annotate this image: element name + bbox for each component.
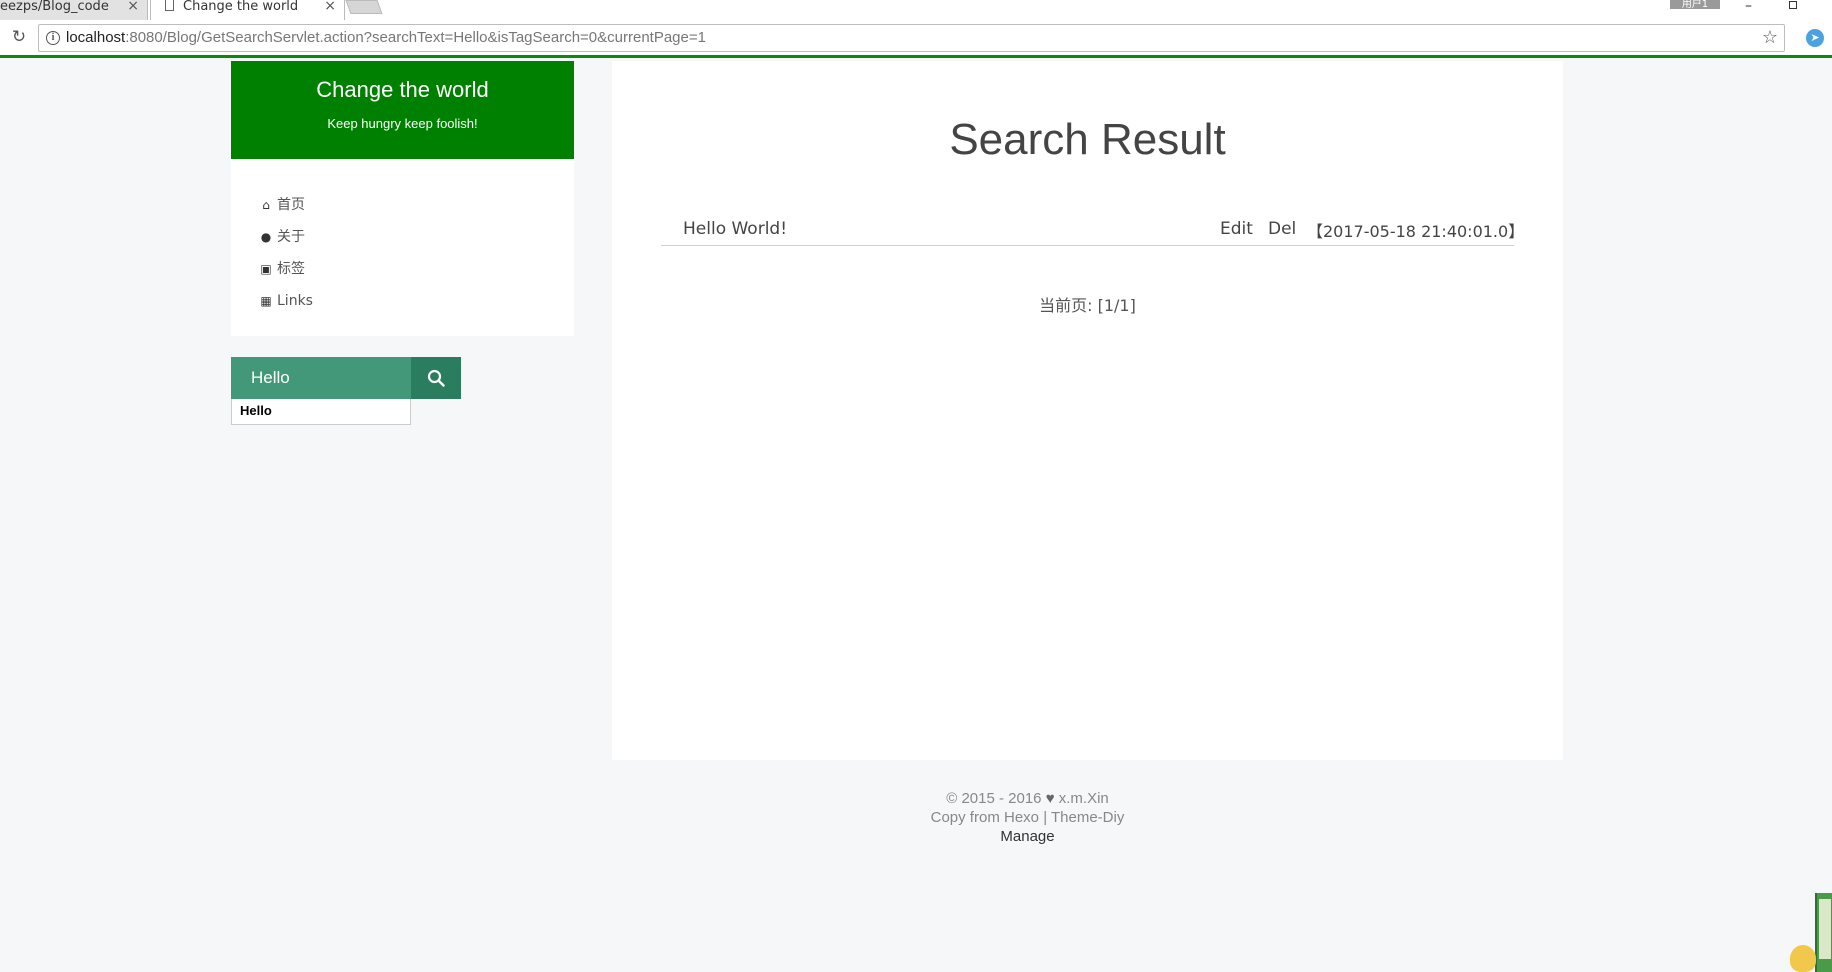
tab-close-icon[interactable]: × bbox=[127, 0, 139, 13]
heart-icon: ♥ bbox=[1045, 790, 1055, 807]
delete-link[interactable]: Del bbox=[1268, 218, 1296, 240]
sidebar-item-label: 首页 bbox=[277, 197, 305, 213]
sidebar-item-home[interactable]: ⌂ 首页 bbox=[259, 194, 305, 216]
footer-credit-line: Copy from Hexo | Theme-Diy bbox=[612, 808, 1443, 827]
search-input[interactable] bbox=[231, 357, 411, 399]
tab-blog-code[interactable]: eezps/Blog_code × bbox=[0, 0, 148, 20]
new-tab-button[interactable] bbox=[345, 0, 383, 14]
user-icon: ● bbox=[260, 230, 272, 244]
side-widget[interactable] bbox=[1815, 893, 1832, 972]
footer: © 2015 - 2016 ♥ x.m.Xin Copy from Hexo |… bbox=[612, 789, 1443, 846]
hexo-link[interactable]: Hexo bbox=[1004, 809, 1039, 826]
theme-link[interactable]: Theme-Diy bbox=[1051, 809, 1124, 826]
autocomplete-dropdown: Hello bbox=[231, 399, 411, 425]
edit-link[interactable]: Edit bbox=[1220, 218, 1253, 240]
manage-link[interactable]: Manage bbox=[612, 827, 1443, 846]
copyright-text: © 2015 - 2016 bbox=[946, 790, 1042, 807]
tab-change-the-world[interactable]: Change the world × bbox=[150, 0, 345, 20]
autocomplete-item[interactable]: Hello bbox=[240, 403, 272, 419]
sidebar-header: Change the world Keep hungry keep foolis… bbox=[231, 61, 574, 159]
author-name: x.m.Xin bbox=[1058, 790, 1109, 807]
tab-strip: eezps/Blog_code × Change the world × 用户1… bbox=[0, 0, 1832, 20]
main-panel: Search Result Hello World! Edit Del 【201… bbox=[612, 61, 1563, 760]
grid-icon: ▦ bbox=[260, 294, 272, 308]
site-title[interactable]: Change the world bbox=[231, 76, 574, 104]
result-date: 【2017-05-18 21:40:01.0】 bbox=[1307, 222, 1525, 241]
sidebar-item-links[interactable]: ▦ Links bbox=[259, 290, 313, 312]
home-icon: ⌂ bbox=[262, 198, 270, 212]
bookmark-star-icon[interactable]: ☆ bbox=[1762, 28, 1778, 48]
mascot-image[interactable] bbox=[1790, 945, 1816, 972]
profile-badge[interactable]: 用户1 bbox=[1670, 0, 1720, 9]
footer-separator: | bbox=[1043, 809, 1048, 826]
minimize-icon[interactable]: – bbox=[1745, 0, 1752, 13]
sidebar-item-label: 关于 bbox=[277, 229, 305, 245]
result-row: Hello World! Edit Del 【2017-05-18 21:40:… bbox=[661, 218, 1524, 246]
restore-icon[interactable] bbox=[1789, 1, 1797, 9]
tab-title: Change the world bbox=[183, 0, 299, 14]
tab-close-icon[interactable]: × bbox=[324, 0, 336, 13]
url-text[interactable]: localhost:8080/Blog/GetSearchServlet.act… bbox=[66, 29, 706, 47]
sidebar-nav: ⌂ 首页 ● 关于 ▣ 标签 ▦ Links bbox=[231, 159, 574, 336]
page-title: Search Result bbox=[949, 115, 1226, 164]
site-subtitle: Keep hungry keep foolish! bbox=[327, 116, 478, 131]
info-icon[interactable]: i bbox=[46, 31, 60, 45]
pagination-status: 当前页: [1/1] bbox=[1039, 296, 1136, 315]
url-path: :8080/Blog/GetSearchServlet.action?searc… bbox=[125, 29, 706, 46]
url-host: localhost bbox=[66, 29, 126, 46]
sidebar-item-about[interactable]: ● 关于 bbox=[259, 226, 305, 248]
sidebar-item-label: Links bbox=[277, 293, 313, 309]
address-bar[interactable]: i localhost:8080/Blog/GetSearchServlet.a… bbox=[38, 24, 1785, 52]
page-icon bbox=[165, 0, 174, 11]
sidebar-item-label: 标签 bbox=[277, 261, 305, 277]
archive-icon: ▣ bbox=[260, 262, 272, 276]
browser-toolbar: ↻ i localhost:8080/Blog/GetSearchServlet… bbox=[0, 20, 1832, 58]
search-button[interactable] bbox=[411, 357, 461, 399]
sidebar-item-tags[interactable]: ▣ 标签 bbox=[259, 258, 305, 280]
reload-icon[interactable]: ↻ bbox=[11, 29, 27, 46]
tab-title: eezps/Blog_code bbox=[0, 0, 109, 14]
extension-icon[interactable]: ➤ bbox=[1806, 29, 1824, 47]
copy-from-text: Copy from bbox=[930, 809, 1000, 826]
search-icon bbox=[427, 369, 445, 387]
footer-copyright-line: © 2015 - 2016 ♥ x.m.Xin bbox=[612, 789, 1443, 808]
result-title-link[interactable]: Hello World! bbox=[683, 218, 787, 240]
